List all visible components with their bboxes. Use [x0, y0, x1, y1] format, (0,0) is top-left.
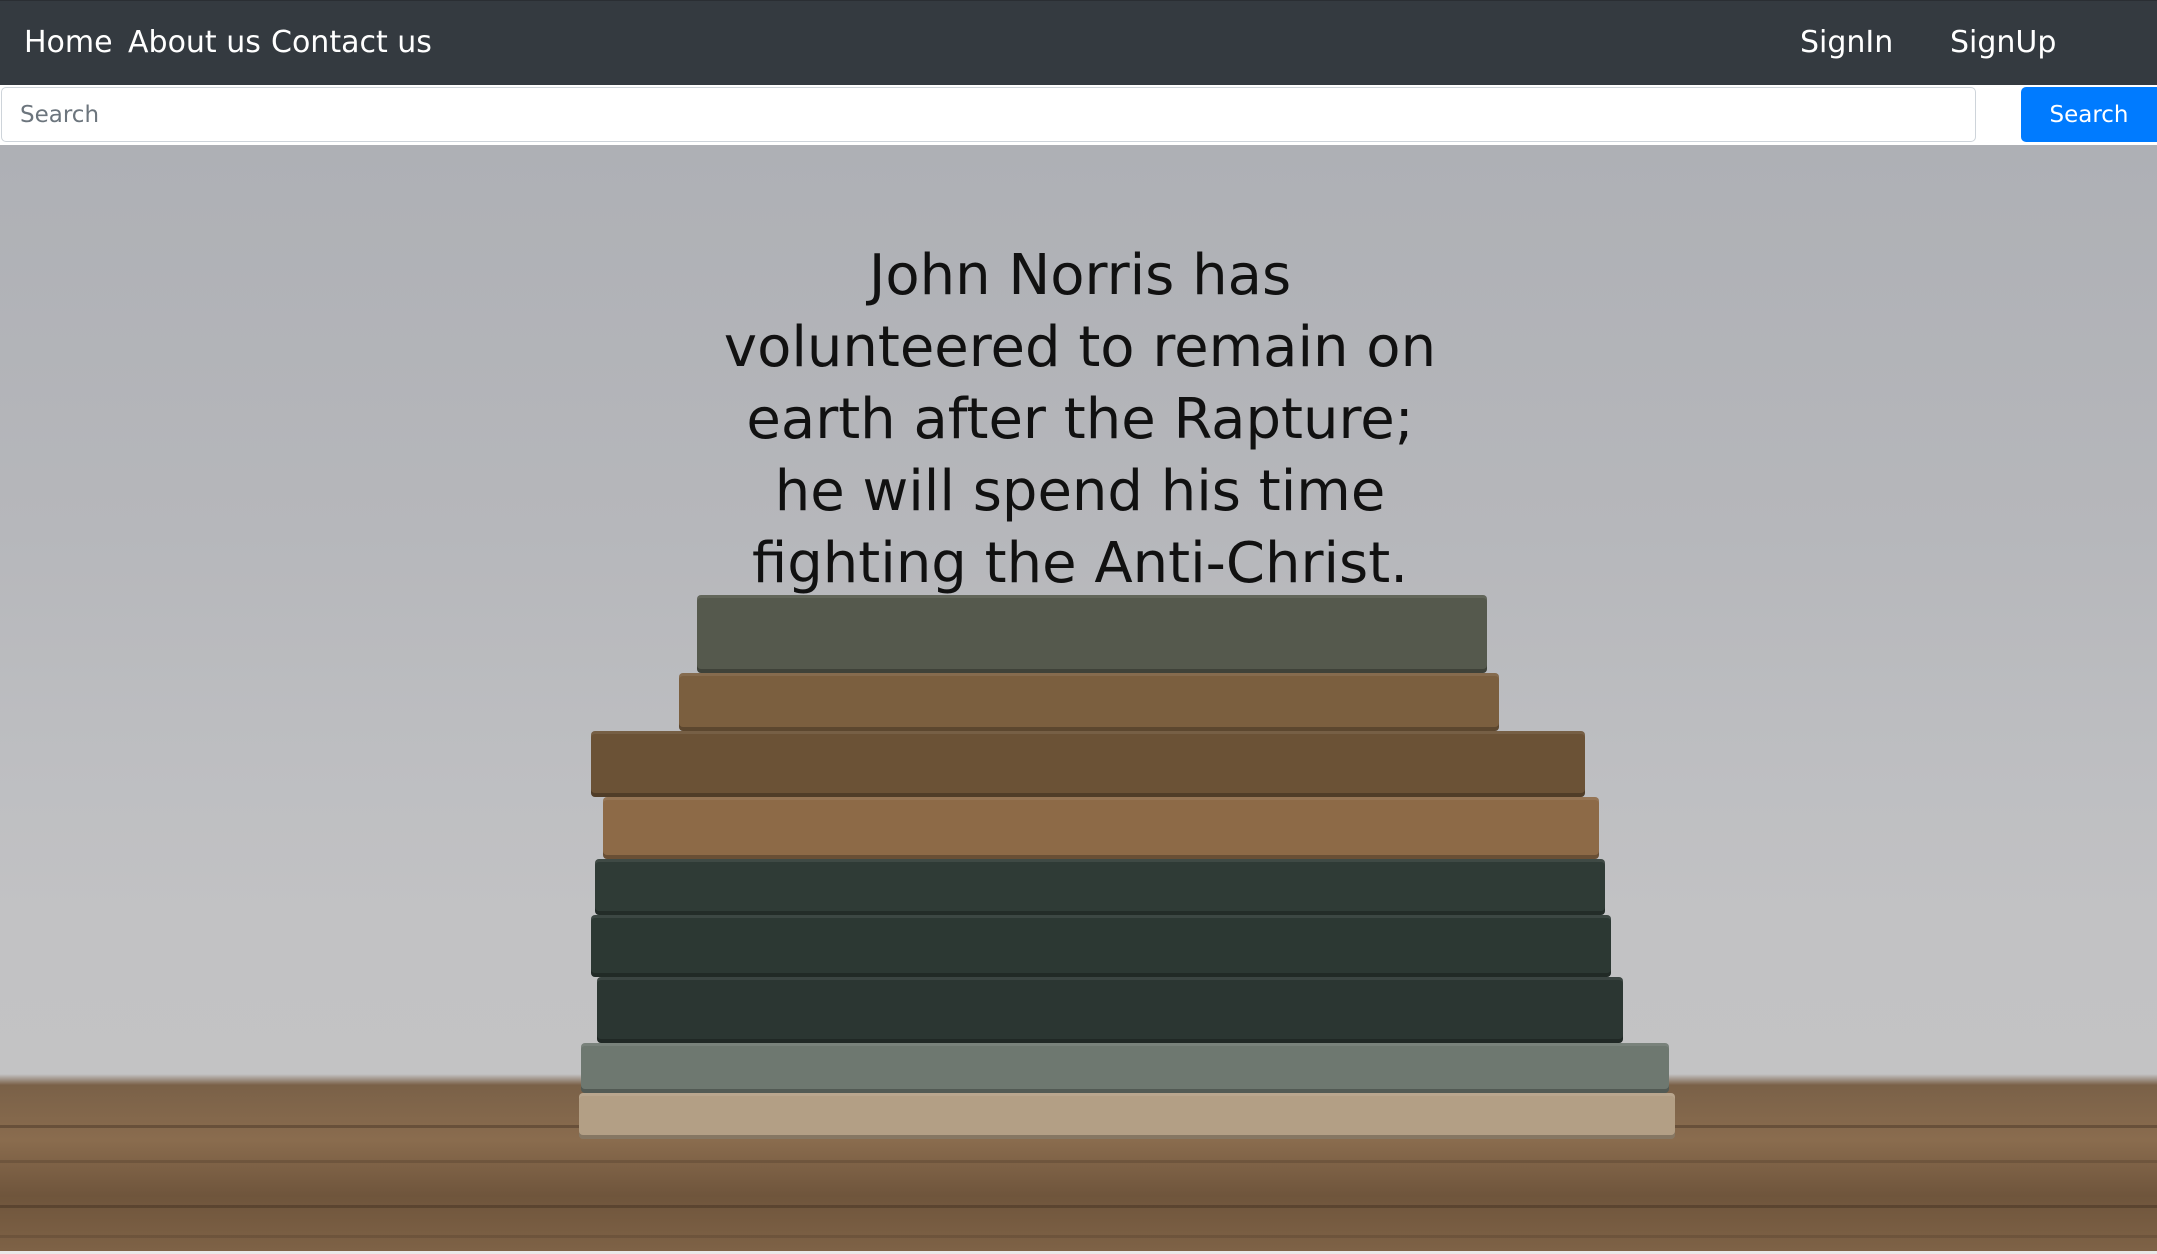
book-stack-illustration [575, 595, 1675, 1251]
book-spine [603, 797, 1599, 859]
search-bar: Search [0, 85, 2157, 145]
search-button[interactable]: Search [2021, 87, 2157, 142]
book-spine [679, 673, 1499, 731]
book-spine [697, 595, 1487, 673]
nav-about-link[interactable]: About us [128, 23, 261, 63]
book-spine [597, 977, 1623, 1043]
book-spine [591, 731, 1585, 797]
hero-quote: John Norris has volunteered to remain on… [723, 243, 1437, 596]
book-spine [579, 1093, 1675, 1139]
search-input[interactable] [1, 87, 1976, 142]
hero-section: John Norris has volunteered to remain on… [0, 145, 2157, 1251]
top-navbar: Home About us Contact us SignIn SignUp [0, 0, 2157, 85]
book-spine [591, 915, 1611, 977]
signup-link[interactable]: SignUp [1950, 23, 2056, 63]
signin-link[interactable]: SignIn [1800, 23, 1893, 63]
book-spine [595, 859, 1605, 915]
nav-contact-link[interactable]: Contact us [271, 23, 432, 63]
nav-home-link[interactable]: Home [24, 23, 113, 63]
book-spine [581, 1043, 1669, 1093]
